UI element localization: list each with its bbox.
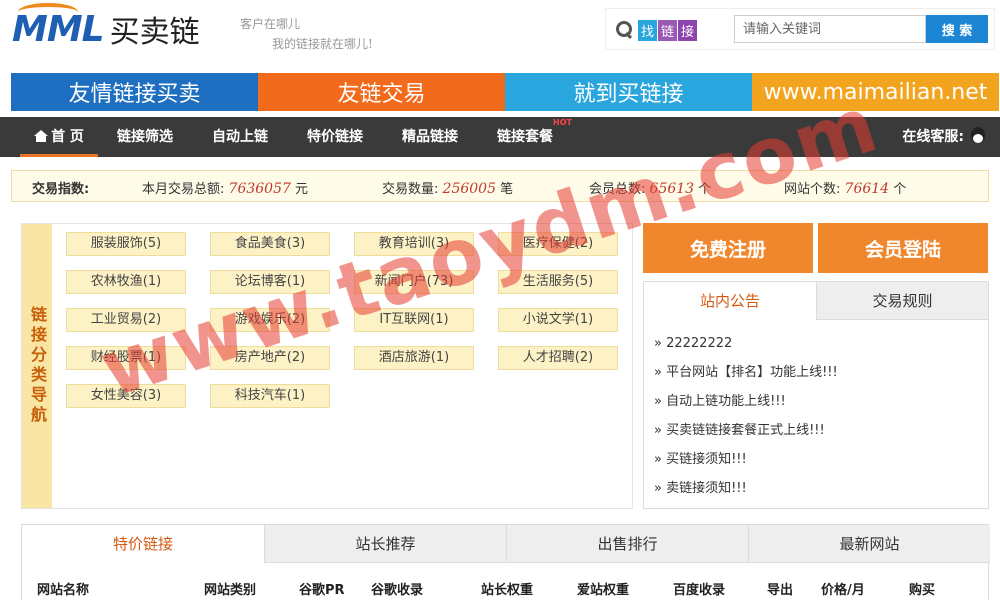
notice-item[interactable]: » 自动上链功能上线!!! — [654, 392, 838, 421]
hot-badge: HOT — [553, 118, 572, 127]
logo-arc-icon — [18, 2, 78, 21]
nav-special-price[interactable]: 特价链接 — [295, 117, 375, 157]
tab-newest-sites[interactable]: 最新网站 — [748, 525, 990, 563]
qq-icon[interactable] — [968, 126, 988, 148]
category-item[interactable]: 新闻门户(73) — [354, 270, 474, 294]
site-logo[interactable]: MML 买卖链 — [12, 2, 200, 52]
category-item[interactable]: 食品美食(3) — [210, 232, 330, 256]
column-header: 购买 — [909, 583, 936, 598]
category-item[interactable]: 服装服饰(5) — [66, 232, 186, 256]
category-title: 链接分类导航 — [22, 224, 52, 508]
notice-item[interactable]: » 平台网站【排名】功能上线!!! — [654, 363, 838, 392]
search-button[interactable]: 搜 索 — [926, 15, 988, 43]
stat-monthly-total: 本月交易总额: 7636057 元 — [142, 181, 309, 197]
notice-item[interactable]: » 卖链接须知!!! — [654, 479, 838, 508]
login-button[interactable]: 会员登陆 — [818, 223, 988, 273]
stats-label: 交易指数: — [32, 182, 90, 197]
category-item[interactable]: 医疗保健(2) — [498, 232, 618, 256]
category-item[interactable]: 生活服务(5) — [498, 270, 618, 294]
banner-friend-link[interactable]: 友链交易 — [258, 73, 505, 111]
category-item[interactable]: 教育培训(3) — [354, 232, 474, 256]
column-header: 谷歌收录 — [371, 583, 424, 598]
find-links-badge: 找 链 接 — [616, 17, 698, 43]
category-item[interactable]: 工业贸易(2) — [66, 308, 186, 332]
tab-webmaster-picks[interactable]: 站长推荐 — [264, 525, 506, 563]
find-tag-3: 接 — [678, 19, 698, 41]
tab-site-notice[interactable]: 站内公告 — [644, 282, 816, 320]
category-item[interactable]: 房产地产(2) — [210, 346, 330, 370]
category-item[interactable]: IT互联网(1) — [354, 308, 474, 332]
category-item[interactable]: 酒店旅游(1) — [354, 346, 474, 370]
column-header: 百度收录 — [673, 583, 726, 598]
find-tag-2: 链 — [658, 19, 678, 41]
column-header: 网站类别 — [204, 583, 257, 598]
category-item[interactable]: 女性美容(3) — [66, 384, 186, 408]
promo-banners: 友情链接买卖 友链交易 就到买链接 www.maimailian.net — [11, 73, 999, 111]
notice-list: » 22222222 » 平台网站【排名】功能上线!!! » 自动上链功能上线!… — [654, 334, 838, 508]
column-header: 导出 — [767, 583, 794, 598]
notice-item[interactable]: » 买链接须知!!! — [654, 450, 838, 479]
trade-stats-bar: 交易指数: 本月交易总额: 7636057 元 交易数量: 256005 笔 会… — [11, 170, 989, 202]
notice-item[interactable]: » 22222222 — [654, 334, 838, 363]
nav-auto-link[interactable]: 自动上链 — [200, 117, 280, 157]
stat-trade-count: 交易数量: 256005 笔 — [382, 181, 514, 197]
slogan-line-2: 我的链接就在哪儿! — [272, 37, 373, 51]
logo-mark: MML — [12, 2, 105, 50]
search-input[interactable] — [734, 15, 926, 43]
column-header: 谷歌PR — [299, 583, 345, 598]
category-item[interactable]: 游戏娱乐(2) — [210, 308, 330, 332]
category-item[interactable]: 财经股票(1) — [66, 346, 186, 370]
find-tag-1: 找 — [638, 19, 658, 41]
column-header: 爱站权重 — [577, 583, 630, 598]
notice-panel: 站内公告 交易规则 » 22222222 » 平台网站【排名】功能上线!!! »… — [643, 281, 989, 509]
category-item[interactable]: 小说文学(1) — [498, 308, 618, 332]
category-item[interactable]: 科技汽车(1) — [210, 384, 330, 408]
banner-buy-link[interactable]: 就到买链接 — [505, 73, 752, 111]
link-listing-panel: 特价链接 站长推荐 出售排行 最新网站 网站名称 网站类别 谷歌PR 谷歌收录 … — [21, 524, 990, 600]
slogan-line-1: 客户在哪儿 — [240, 17, 301, 31]
tab-sales-ranking[interactable]: 出售排行 — [506, 525, 748, 563]
column-header: 价格/月 — [821, 583, 865, 598]
stat-sites: 网站个数: 76614 个 — [784, 181, 907, 197]
site-slogan: 客户在哪儿 我的链接就在哪儿! — [240, 14, 373, 54]
banner-site-url[interactable]: www.maimailian.net — [752, 73, 999, 111]
tab-trade-rules[interactable]: 交易规则 — [816, 282, 988, 320]
stat-members: 会员总数: 65613 个 — [589, 181, 712, 197]
category-item[interactable]: 人才招聘(2) — [498, 346, 618, 370]
online-service[interactable]: 在线客服: — [902, 117, 988, 157]
banner-link-trade[interactable]: 友情链接买卖 — [11, 73, 258, 111]
tab-special-links[interactable]: 特价链接 — [22, 525, 264, 563]
category-item[interactable]: 农林牧渔(1) — [66, 270, 186, 294]
logo-name: 买卖链 — [109, 15, 200, 50]
column-header: 网站名称 — [37, 583, 90, 598]
site-header: MML 买卖链 客户在哪儿 我的链接就在哪儿! 找 链 接 搜 索 — [0, 0, 1000, 70]
notice-item[interactable]: » 买卖链链接套餐正式上线!!! — [654, 421, 838, 450]
search-icon — [616, 21, 634, 39]
home-icon — [34, 130, 49, 142]
nav-premium-links[interactable]: 精品链接 — [390, 117, 470, 157]
nav-home[interactable]: 首 页 — [20, 117, 98, 157]
main-nav: 首 页 链接筛选 自动上链 特价链接 精品链接 链接套餐 HOT 在线客服: — [0, 117, 1000, 157]
category-panel: 链接分类导航 服装服饰(5) 食品美食(3) 教育培训(3) 医疗保健(2) 农… — [21, 223, 633, 509]
column-header: 站长权重 — [481, 583, 534, 598]
search-box: 找 链 接 搜 索 — [605, 8, 995, 50]
register-button[interactable]: 免费注册 — [643, 223, 813, 273]
category-item[interactable]: 论坛博客(1) — [210, 270, 330, 294]
nav-link-filter[interactable]: 链接筛选 — [105, 117, 185, 157]
